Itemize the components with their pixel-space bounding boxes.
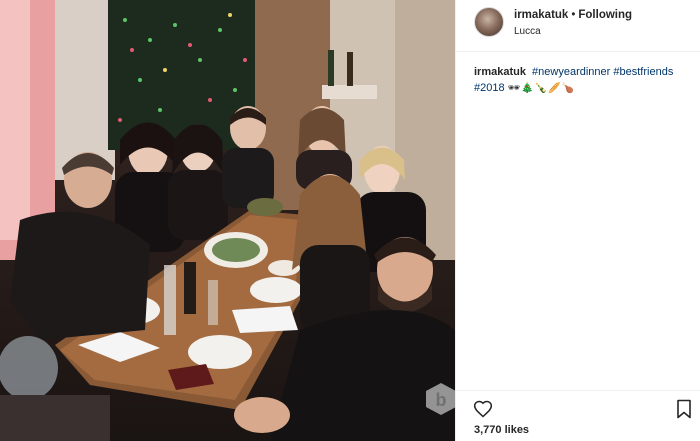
- hashtag-link[interactable]: #bestfriends: [613, 66, 673, 78]
- hashtag-link[interactable]: #2018: [474, 82, 505, 94]
- watermark-b-icon: b: [424, 382, 455, 416]
- post-actions: 3,770 likes: [456, 390, 700, 441]
- avatar[interactable]: [474, 7, 504, 37]
- post-photo[interactable]: b: [0, 0, 455, 441]
- heart-icon[interactable]: [473, 399, 493, 419]
- caption-emojis: 🕶🎄🍾🥖🍗: [507, 83, 576, 94]
- post-caption: irmakatuk #newyeardinner #bestfriends #2…: [474, 64, 689, 97]
- location-link[interactable]: Lucca: [514, 26, 541, 37]
- separator-dot: •: [571, 9, 576, 21]
- post-side-panel: irmakatuk • Following Lucca irmakatuk #new…: [455, 0, 700, 441]
- likes-count[interactable]: 3,770 likes: [474, 424, 529, 436]
- svg-text:b: b: [436, 390, 447, 410]
- bookmark-icon[interactable]: [676, 399, 692, 419]
- post-header: irmakatuk • Following Lucca: [456, 0, 700, 52]
- header-user-row: irmakatuk • Following: [514, 9, 632, 21]
- caption-username[interactable]: irmakatuk: [474, 66, 526, 78]
- follow-status-button[interactable]: Following: [578, 9, 632, 21]
- username-link[interactable]: irmakatuk: [514, 9, 568, 21]
- hashtag-link[interactable]: #newyeardinner: [532, 66, 610, 78]
- photo-scene: [0, 0, 455, 441]
